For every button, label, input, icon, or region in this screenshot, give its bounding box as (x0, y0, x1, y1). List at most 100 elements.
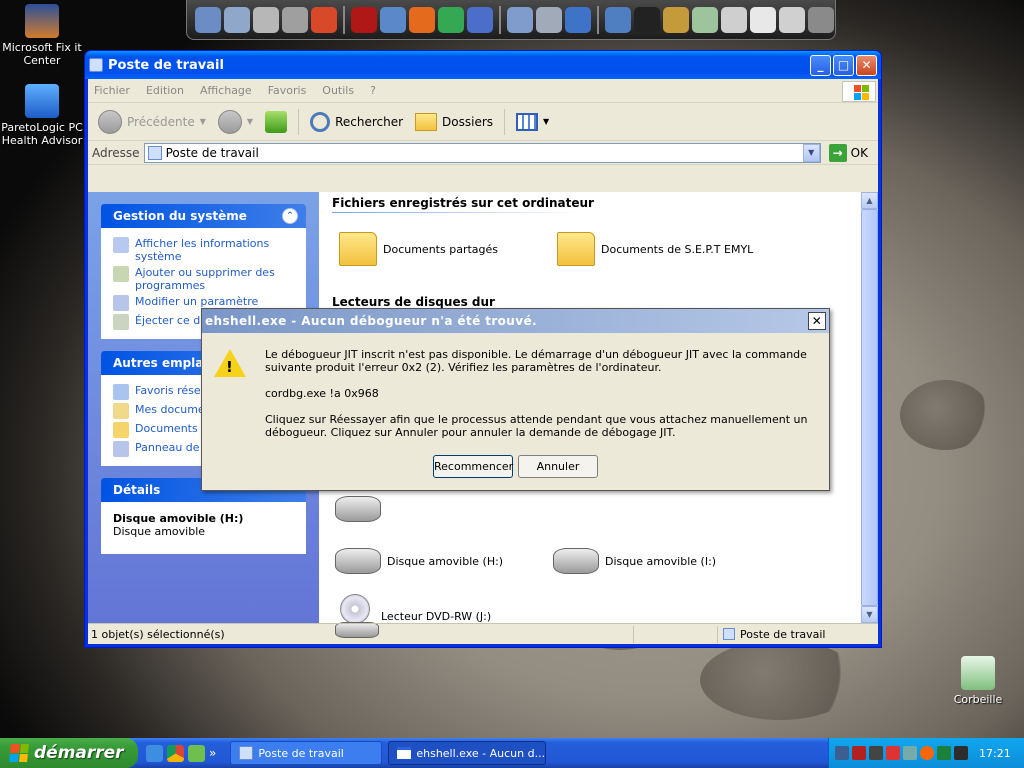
system-info-icon (113, 237, 129, 253)
computer-icon (239, 746, 254, 760)
recycle-icon[interactable] (692, 6, 718, 33)
taskbar-button-dialog[interactable]: ehshell.exe - Aucun d... (388, 741, 547, 765)
dialog-close-button[interactable]: ✕ (808, 312, 826, 330)
vertical-scrollbar[interactable]: ▲ ▼ (861, 192, 878, 623)
update-icon[interactable] (937, 746, 951, 760)
cancel-button[interactable]: Annuler (518, 455, 598, 478)
retry-button[interactable]: Recommencer (433, 455, 513, 478)
collapse-icon[interactable]: ⌃ (282, 208, 298, 224)
dialog-titlebar[interactable]: ehshell.exe - Aucun débogueur n'a été tr… (202, 309, 829, 333)
go-button[interactable]: → OK (828, 143, 868, 162)
wifi-icon[interactable] (852, 746, 866, 760)
status-divider (633, 625, 717, 643)
item-label: Disque amovible (H:) (387, 554, 504, 568)
desktop-icon-label: ParetoLogic PC Health Advisor (1, 121, 83, 147)
menu-bar: Fichier Edition Affichage Favoris Outils… (88, 79, 878, 103)
panel-header[interactable]: Gestion du système ⌃ (101, 204, 306, 228)
window-icon[interactable] (750, 6, 776, 33)
window-titlebar[interactable]: Poste de travail _ □ ✕ (85, 51, 881, 79)
address-input[interactable]: Poste de travail ▼ (143, 142, 821, 163)
task-link-system-info[interactable]: Afficher les informations système (113, 237, 298, 263)
folder-item[interactable]: Documents partagés (339, 232, 498, 266)
printer-icon[interactable] (808, 6, 834, 33)
address-dropdown-button[interactable]: ▼ (802, 143, 820, 162)
maximize-button[interactable]: □ (833, 54, 854, 76)
go-arrow-icon: → (828, 143, 847, 162)
desktop-icon-pareto[interactable]: ParetoLogic PC Health Advisor (0, 84, 84, 147)
control-panel-icon (113, 295, 129, 311)
windows-icon[interactable] (565, 6, 591, 33)
wifi-icon[interactable] (351, 6, 377, 33)
scroll-down-button[interactable]: ▼ (861, 606, 878, 623)
presentation-icon[interactable] (224, 6, 250, 33)
tools-icon[interactable] (253, 6, 279, 33)
drive-item-selected[interactable]: Disque amovible (H:) (335, 548, 503, 574)
desktop-icon-label: Corbeille (953, 693, 1003, 706)
task-link-add-remove[interactable]: Ajouter ou supprimer des programmes (113, 266, 298, 292)
menu-file[interactable]: Fichier (94, 84, 130, 97)
taskbar-button-explorer[interactable]: Poste de travail (230, 741, 383, 765)
folder-up-icon (265, 110, 288, 133)
firefox-icon[interactable] (409, 6, 435, 33)
search-button[interactable]: Rechercher (306, 110, 407, 134)
avast-icon[interactable] (920, 746, 934, 760)
menu-help[interactable]: ? (370, 84, 376, 97)
folder-icon[interactable] (195, 6, 221, 33)
menu-edit[interactable]: Edition (146, 84, 184, 97)
window-icon[interactable] (779, 6, 805, 33)
overflow-chevron[interactable]: » (209, 746, 216, 760)
forward-button[interactable]: ▼ (214, 108, 257, 136)
menu-favorites[interactable]: Favoris (268, 84, 307, 97)
quick-launch: » (146, 744, 216, 762)
computer-icon (147, 145, 162, 160)
desktop-icon[interactable] (188, 744, 205, 762)
sync-icon[interactable] (954, 746, 968, 760)
folder-item[interactable]: Documents de S.E.P.T EMYL (557, 232, 753, 266)
task-label: ehshell.exe - Aucun d... (416, 746, 546, 760)
tools-icon[interactable] (663, 6, 689, 33)
folders-button[interactable]: Dossiers (411, 111, 497, 133)
menu-tools[interactable]: Outils (322, 84, 354, 97)
globe-icon[interactable] (380, 6, 406, 33)
network-icon[interactable] (835, 746, 849, 760)
menu-view[interactable]: Affichage (200, 84, 252, 97)
views-button[interactable]: ▼ (512, 111, 553, 133)
back-button[interactable]: Précédente ▼ (94, 108, 210, 136)
address-bar: Adresse Poste de travail ▼ → OK (88, 141, 878, 165)
back-label: Précédente (127, 114, 195, 129)
scanner-icon[interactable] (536, 6, 562, 33)
removable-drive-icon (335, 548, 381, 574)
ccleaner-icon[interactable] (311, 6, 337, 33)
drive-item[interactable]: Disque amovible (I:) (553, 548, 716, 574)
security-icon[interactable] (886, 746, 900, 760)
chrome-icon[interactable] (438, 6, 464, 33)
network-icon[interactable] (605, 6, 631, 33)
start-button[interactable]: démarrer (0, 738, 138, 768)
chevron-down-icon: ▼ (246, 117, 254, 126)
volume-icon[interactable] (869, 746, 883, 760)
folder-icon (113, 422, 129, 438)
drive-item[interactable] (335, 496, 381, 522)
warning-exclamation: ! (226, 358, 233, 376)
shirt-icon[interactable] (634, 6, 660, 33)
desktop-icon-fixit[interactable]: Microsoft Fix it Center (0, 4, 84, 67)
trash-icon[interactable] (721, 6, 747, 33)
ie-icon[interactable] (146, 744, 163, 762)
scroll-up-button[interactable]: ▲ (861, 192, 878, 209)
desktop-icon-recycle-bin[interactable]: Corbeille (936, 656, 1020, 706)
chrome-icon[interactable] (167, 744, 184, 762)
task-link-label: Afficher les informations système (135, 237, 270, 263)
minimize-button[interactable]: _ (810, 54, 831, 76)
tools-icon[interactable] (282, 6, 308, 33)
help-icon[interactable] (467, 6, 493, 33)
window-icon (397, 747, 412, 759)
close-button[interactable]: ✕ (856, 54, 877, 76)
folder-icon[interactable] (507, 6, 533, 33)
dialog-message: Le débogueur JIT inscrit n'est pas dispo… (265, 348, 819, 452)
go-label: OK (850, 145, 868, 160)
place-link-label: Panneau de c (135, 441, 210, 454)
scroll-thumb[interactable] (861, 209, 878, 606)
up-button[interactable] (261, 109, 291, 135)
toolbar-separator (504, 108, 506, 135)
safely-remove-icon[interactable] (903, 746, 917, 760)
